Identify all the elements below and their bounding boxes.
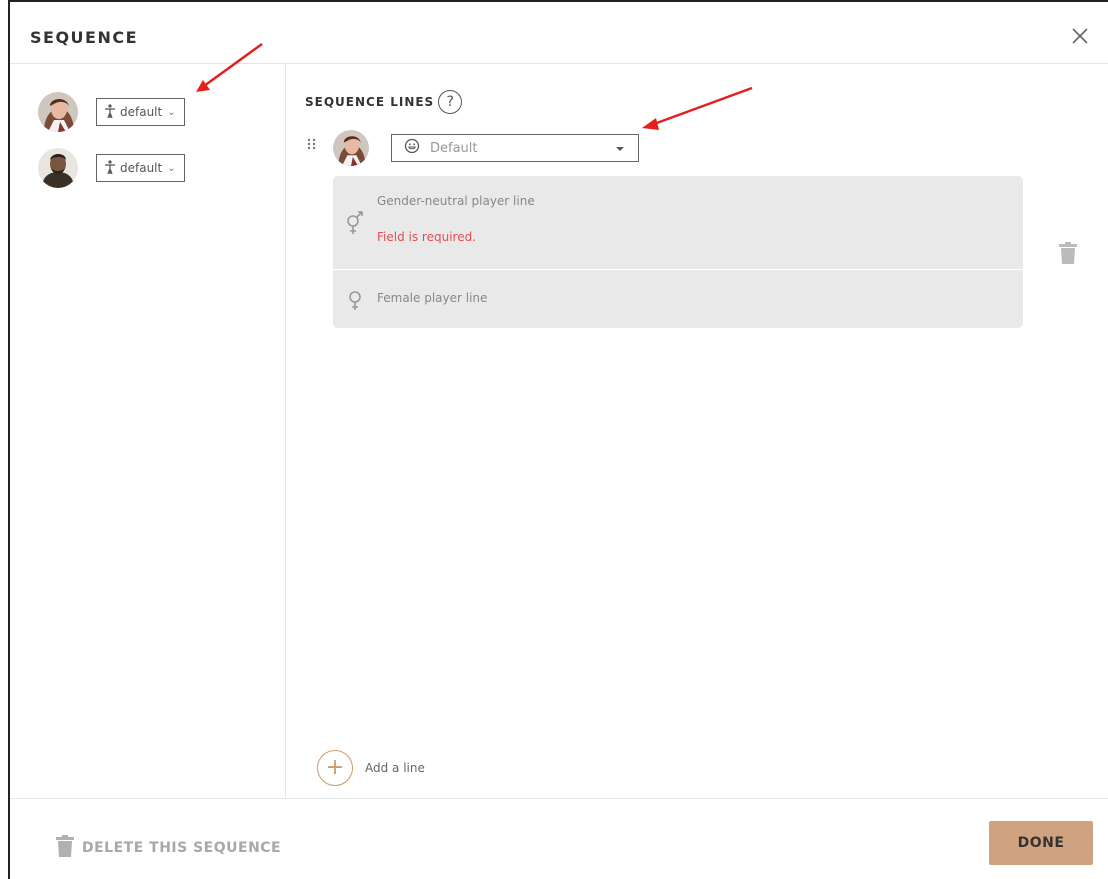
- gender-neutral-label: Gender-neutral player line: [377, 194, 535, 208]
- chevron-down-icon: ⌄: [167, 106, 176, 118]
- pose-label: default: [120, 161, 163, 175]
- female-icon: [343, 289, 367, 317]
- caret-down-icon: [616, 147, 624, 151]
- annotation-arrow: [196, 42, 263, 92]
- done-button[interactable]: DONE: [989, 821, 1093, 865]
- characters-panel: default ⌄ default ⌄: [10, 64, 286, 798]
- trash-icon[interactable]: [1059, 242, 1077, 264]
- sequence-lines-panel: SEQUENCE LINES ? Default Gender-neutral …: [287, 64, 1108, 798]
- help-icon[interactable]: ?: [438, 90, 463, 114]
- close-icon[interactable]: [1070, 26, 1090, 46]
- add-line-label: Add a line: [365, 761, 425, 775]
- character-row: default ⌄: [38, 92, 278, 132]
- gender-neutral-line-field[interactable]: Gender-neutral player line Field is requ…: [333, 176, 1023, 270]
- character-row: default ⌄: [38, 148, 278, 188]
- smiley-face-icon: [404, 138, 420, 158]
- person-pose-icon: [105, 103, 115, 121]
- pose-select[interactable]: default ⌄: [96, 98, 185, 126]
- mood-select[interactable]: Default: [391, 134, 639, 162]
- dialog-header: SEQUENCE: [10, 2, 1108, 64]
- trash-icon: [56, 835, 74, 861]
- section-heading: SEQUENCE LINES ?: [305, 90, 463, 114]
- add-line-button[interactable]: + Add a line: [317, 750, 425, 786]
- field-error: Field is required.: [377, 230, 477, 244]
- dialog-title: SEQUENCE: [30, 28, 139, 47]
- annotation-arrow: [642, 86, 753, 130]
- mood-placeholder: Default: [430, 140, 478, 156]
- pose-select[interactable]: default ⌄: [96, 154, 185, 182]
- delete-sequence-button[interactable]: DELETE THIS SEQUENCE: [56, 835, 281, 861]
- plus-icon: +: [317, 750, 353, 786]
- avatar: [38, 92, 78, 132]
- female-line-field[interactable]: Female player line: [333, 271, 1023, 328]
- gender-neutral-icon: [343, 210, 367, 238]
- pose-label: default: [120, 105, 163, 119]
- chevron-down-icon: ⌄: [167, 162, 176, 174]
- dialog-footer: DELETE THIS SEQUENCE DONE: [10, 798, 1108, 879]
- delete-sequence-label: DELETE THIS SEQUENCE: [82, 840, 282, 856]
- line-character-avatar[interactable]: [333, 130, 369, 166]
- sequence-dialog: SEQUENCE default ⌄ default ⌄ SEQUENCE LI…: [8, 0, 1108, 879]
- line-card: Gender-neutral player line Field is requ…: [333, 176, 1023, 328]
- female-label: Female player line: [377, 291, 488, 305]
- avatar: [38, 148, 78, 188]
- sequence-lines-title: SEQUENCE LINES: [305, 95, 435, 109]
- drag-handle-icon[interactable]: [307, 136, 317, 150]
- person-pose-icon: [105, 159, 115, 177]
